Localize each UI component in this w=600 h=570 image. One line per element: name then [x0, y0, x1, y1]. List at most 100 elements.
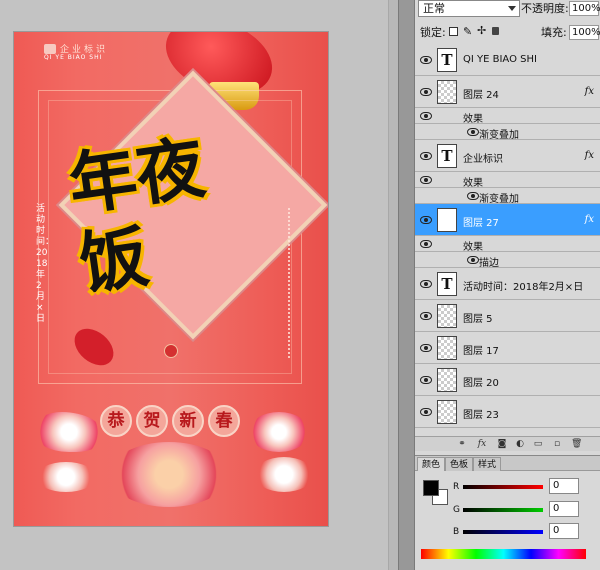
effect-row[interactable]: 渐变叠加 — [415, 188, 600, 205]
adjustment-layer-icon[interactable]: ◐ — [515, 439, 525, 449]
layer-thumbnail — [437, 368, 457, 392]
fill-input[interactable]: 100% — [569, 25, 600, 40]
visibility-eye-icon[interactable] — [420, 88, 432, 96]
new-group-icon[interactable]: ▭ — [533, 439, 543, 449]
layer-row[interactable]: T 企业标识 fx — [415, 140, 600, 172]
poster-date-vertical-left: 活动时间：2018年2月×日 — [36, 204, 55, 324]
blend-mode-select[interactable]: 正常 — [418, 0, 520, 17]
logo-mark-icon — [44, 44, 56, 54]
greeting-char: 恭 — [100, 405, 132, 437]
logo-en-text: QI YE BIAO SHI — [44, 54, 103, 61]
cloud-ornament-left — [34, 412, 104, 452]
effects-row[interactable]: 效果 — [415, 172, 600, 189]
canvas-scrollbar[interactable] — [388, 0, 398, 570]
visibility-eye-icon[interactable] — [420, 312, 432, 320]
foreground-color-swatch[interactable] — [423, 480, 439, 496]
greeting-char: 春 — [208, 405, 240, 437]
effect-label: 渐变叠加 — [479, 194, 519, 205]
lock-transparent-icon[interactable] — [449, 27, 458, 36]
poster-date-vertical-right — [288, 208, 296, 358]
effects-group-label: 效果 — [463, 178, 483, 189]
layer-fx-icon[interactable]: fx — [585, 150, 594, 161]
visibility-eye-icon[interactable] — [420, 280, 432, 288]
color-spectrum-bar[interactable] — [421, 549, 586, 559]
layer-name: 图层 27 — [463, 218, 499, 229]
seal-icon — [164, 344, 178, 358]
effects-row[interactable]: 效果 — [415, 236, 600, 253]
lock-move-icon[interactable]: ✢ — [477, 24, 486, 37]
visibility-eye-icon[interactable] — [420, 152, 432, 160]
layer-thumbnail — [437, 304, 457, 328]
layer-row[interactable]: 图层 17 — [415, 332, 600, 364]
tab-swatches[interactable]: 色板 — [445, 457, 474, 471]
greeting-char: 新 — [172, 405, 204, 437]
channel-input-b[interactable]: 0 — [549, 523, 579, 539]
slider-b[interactable] — [463, 530, 543, 534]
color-panel: 颜色 色板 样式 R 0 G 0 B 0 — [415, 455, 600, 570]
text-layer-thumb: T — [437, 272, 457, 296]
add-mask-icon[interactable]: ◙ — [497, 439, 507, 449]
new-layer-icon[interactable]: ▫ — [552, 439, 562, 449]
layer-row[interactable]: 图层 5 — [415, 300, 600, 332]
visibility-eye-icon[interactable] — [420, 112, 432, 120]
fill-label: 填充: — [541, 26, 567, 39]
layer-name: 图层 17 — [463, 346, 499, 357]
cloud-ornament-small-left — [36, 462, 96, 492]
layers-list: T QI YE BIAO SHI 图层 24 fx 效果 渐变叠加 T 企业标识… — [415, 44, 600, 436]
layer-name: 图层 20 — [463, 378, 499, 389]
blend-mode-value: 正常 — [423, 2, 445, 15]
cloud-ornament-small-right — [254, 457, 314, 492]
effect-row[interactable]: 渐变叠加 — [415, 124, 600, 141]
channel-label-b: B — [453, 527, 460, 537]
channel-input-r[interactable]: 0 — [549, 478, 579, 494]
layer-name: 图层 23 — [463, 410, 499, 421]
visibility-eye-icon[interactable] — [420, 216, 432, 224]
layer-name: 图层 5 — [463, 314, 493, 325]
lock-all-icon[interactable] — [492, 27, 499, 35]
visibility-eye-icon[interactable] — [420, 344, 432, 352]
effects-group-label: 效果 — [463, 242, 483, 253]
layer-row[interactable]: 图层 24 fx — [415, 76, 600, 108]
lock-label: 锁定: — [420, 26, 446, 39]
effects-group-label: 效果 — [463, 114, 483, 125]
channel-input-g[interactable]: 0 — [549, 501, 579, 517]
greeting-row: 恭 贺 新 春 — [100, 405, 240, 437]
layer-fx-icon[interactable]: fx — [585, 86, 594, 97]
visibility-eye-icon[interactable] — [420, 376, 432, 384]
layer-name: 活动时间：2018年2月×日 — [463, 282, 584, 293]
layer-thumbnail — [437, 80, 457, 104]
visibility-eye-icon[interactable] — [420, 408, 432, 416]
slider-r[interactable] — [463, 485, 543, 489]
layer-fx-icon[interactable]: fx — [585, 214, 594, 225]
lock-brush-icon[interactable]: ✎ — [463, 25, 472, 38]
opacity-input[interactable]: 100% — [569, 1, 600, 16]
layer-thumbnail — [437, 400, 457, 424]
tab-styles[interactable]: 样式 — [473, 457, 502, 471]
layer-row[interactable]: 图层 23 — [415, 396, 600, 428]
visibility-eye-icon[interactable] — [420, 240, 432, 248]
layer-row-selected[interactable]: 图层 27 fx — [415, 204, 600, 236]
effect-row[interactable]: 描边 — [415, 252, 600, 269]
channel-label-r: R — [453, 482, 460, 492]
visibility-eye-icon[interactable] — [420, 56, 432, 64]
layer-row[interactable]: 图层 20 — [415, 364, 600, 396]
layer-row[interactable]: T 活动时间：2018年2月×日 — [415, 268, 600, 300]
link-layers-icon[interactable]: ⚭ — [457, 439, 467, 449]
document-canvas-area[interactable]: 企业标识 QI YE BIAO SHI 年夜饭 活动时间：2018年2月×日 恭… — [0, 0, 398, 570]
effects-row[interactable]: 效果 — [415, 108, 600, 125]
visibility-eye-icon[interactable] — [420, 176, 432, 184]
add-style-icon[interactable]: fx — [477, 439, 487, 449]
opacity-label: 不透明度: — [521, 2, 569, 15]
slider-g[interactable] — [463, 508, 543, 512]
visibility-eye-icon[interactable] — [467, 256, 479, 264]
layer-row[interactable]: T QI YE BIAO SHI — [415, 44, 600, 76]
greeting-char: 贺 — [136, 405, 168, 437]
layer-name: 企业标识 — [463, 154, 503, 165]
visibility-eye-icon[interactable] — [467, 192, 479, 200]
delete-layer-icon[interactable]: 🗑 — [571, 439, 582, 449]
layer-name: QI YE BIAO SHI — [463, 54, 537, 65]
color-panel-tabs: 颜色 色板 样式 — [415, 456, 600, 471]
visibility-eye-icon[interactable] — [467, 128, 479, 136]
tab-color[interactable]: 颜色 — [417, 457, 446, 471]
poster-canvas[interactable]: 企业标识 QI YE BIAO SHI 年夜饭 活动时间：2018年2月×日 恭… — [14, 32, 328, 526]
